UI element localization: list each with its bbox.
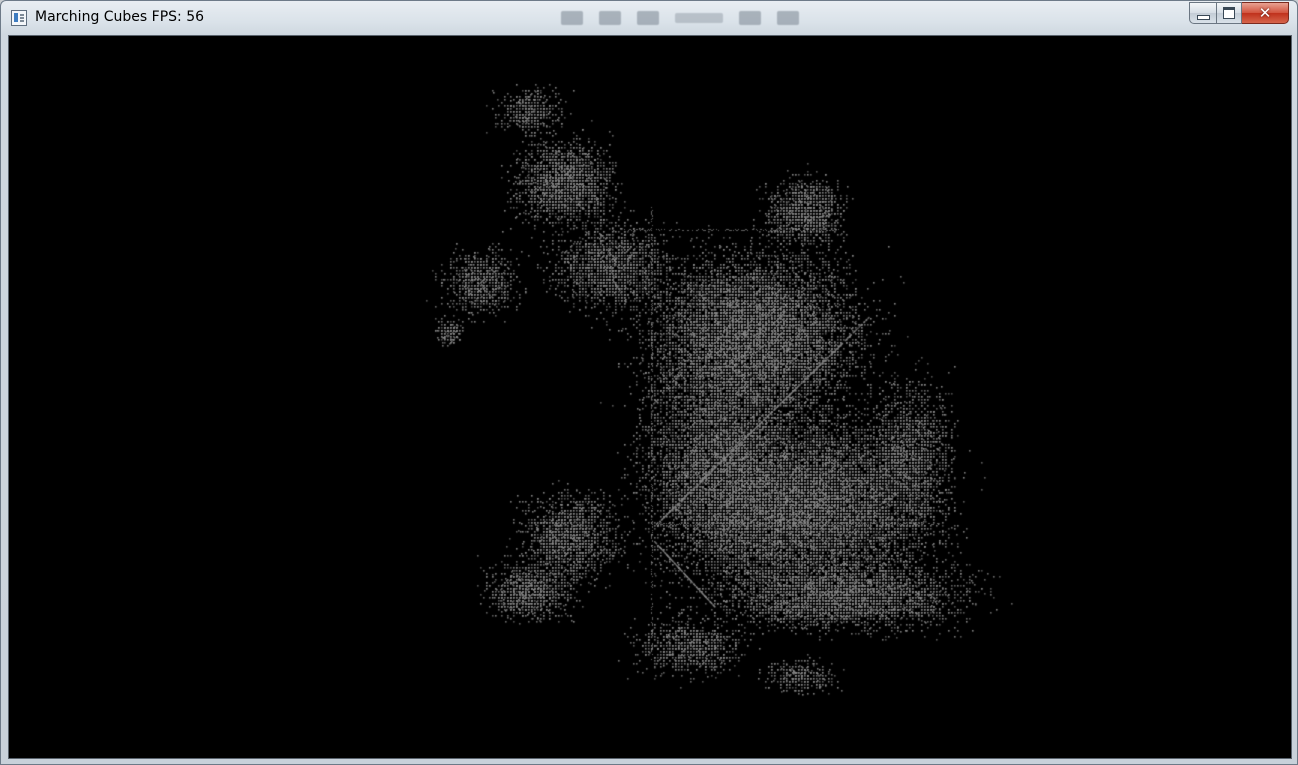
render-viewport[interactable] [9,36,1291,758]
ghosted-background-toolbar [561,8,799,28]
window-app-icon[interactable] [11,10,27,26]
window-title: Marching Cubes FPS: 56 [35,9,205,25]
minimize-button[interactable] [1189,2,1216,24]
maximize-button[interactable] [1216,2,1242,24]
point-cloud-render[interactable] [9,36,1291,758]
ghosted-background-menu [201,7,251,29]
close-button[interactable]: ✕ [1242,2,1289,24]
maximize-icon [1223,7,1235,19]
window-caption-buttons: ✕ [1189,2,1289,24]
title-bar[interactable]: Marching Cubes FPS: 56 ✕ [1,1,1297,35]
close-icon: ✕ [1258,3,1272,22]
app-window: Marching Cubes FPS: 56 ✕ [0,0,1298,765]
minimize-icon [1196,14,1210,20]
